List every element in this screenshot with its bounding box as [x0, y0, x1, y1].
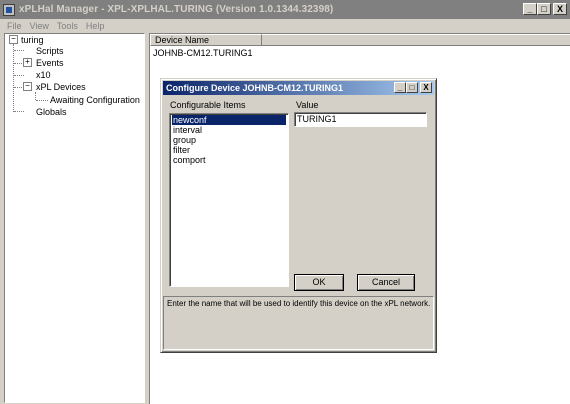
- tree-connector: [13, 44, 14, 112]
- configure-device-dialog: Configure Device JOHNB-CM12.TURING1 _ □ …: [160, 78, 437, 353]
- tree-item-xpl-devices[interactable]: xPL Devices: [36, 81, 86, 93]
- configurable-items-list[interactable]: newconf interval group filter comport: [169, 113, 289, 287]
- menu-tools[interactable]: Tools: [57, 21, 78, 31]
- tree-connector: [36, 100, 48, 101]
- list-item-newconf[interactable]: newconf: [172, 115, 286, 125]
- value-input[interactable]: TURING1: [294, 112, 427, 127]
- tree-connector: [35, 92, 36, 100]
- help-description: Enter the name that will be used to iden…: [163, 296, 434, 350]
- tree-connector: [14, 50, 24, 51]
- column-header-filler: [262, 34, 570, 46]
- dialog-maximize-button[interactable]: □: [406, 82, 418, 93]
- minimize-button[interactable]: _: [523, 3, 537, 15]
- list-item-comport[interactable]: comport: [172, 155, 286, 165]
- maximize-button[interactable]: □: [537, 3, 551, 15]
- dialog-title-bar[interactable]: Configure Device JOHNB-CM12.TURING1 _ □ …: [163, 81, 434, 95]
- menu-help[interactable]: Help: [86, 21, 105, 31]
- navigation-tree[interactable]: − turing Scripts + Events x10 − xPL Devi…: [4, 33, 145, 403]
- ok-button[interactable]: OK: [294, 274, 344, 291]
- value-label: Value: [296, 100, 319, 110]
- app-icon[interactable]: [3, 3, 15, 16]
- menu-bar: File View Tools Help: [0, 19, 570, 33]
- tree-item-events[interactable]: Events: [36, 57, 64, 69]
- column-header-device-name[interactable]: Device Name: [150, 34, 262, 46]
- menu-file[interactable]: File: [7, 21, 22, 31]
- tree-item-globals[interactable]: Globals: [36, 106, 67, 118]
- list-item-group[interactable]: group: [172, 135, 286, 145]
- cancel-button[interactable]: Cancel: [357, 274, 415, 291]
- tree-item-scripts[interactable]: Scripts: [36, 45, 64, 57]
- collapse-icon[interactable]: −: [9, 35, 18, 44]
- dialog-controls: _ □ X: [394, 82, 432, 93]
- list-item[interactable]: JOHNB-CM12.TURING1: [153, 48, 253, 58]
- main-title-bar[interactable]: xPLHal Manager - XPL-XPLHAL.TURING (Vers…: [0, 0, 570, 19]
- tree-connector: [14, 111, 24, 112]
- tree-item-x10[interactable]: x10: [36, 69, 51, 81]
- window-title: xPLHal Manager - XPL-XPLHAL.TURING (Vers…: [19, 4, 334, 15]
- close-button[interactable]: X: [553, 3, 567, 15]
- expand-icon[interactable]: +: [23, 58, 32, 67]
- dialog-close-button[interactable]: X: [420, 82, 432, 93]
- collapse-icon[interactable]: −: [23, 82, 32, 91]
- dialog-title: Configure Device JOHNB-CM12.TURING1: [166, 83, 344, 93]
- list-item-interval[interactable]: interval: [172, 125, 286, 135]
- menu-view[interactable]: View: [30, 21, 49, 31]
- tree-connector: [14, 75, 24, 76]
- dialog-minimize-button[interactable]: _: [394, 82, 406, 93]
- configurable-items-label: Configurable Items: [170, 100, 246, 110]
- tree-item-awaiting-configuration[interactable]: Awaiting Configuration: [50, 94, 140, 106]
- list-item-filter[interactable]: filter: [172, 145, 286, 155]
- window-controls: _ □ X: [523, 3, 567, 15]
